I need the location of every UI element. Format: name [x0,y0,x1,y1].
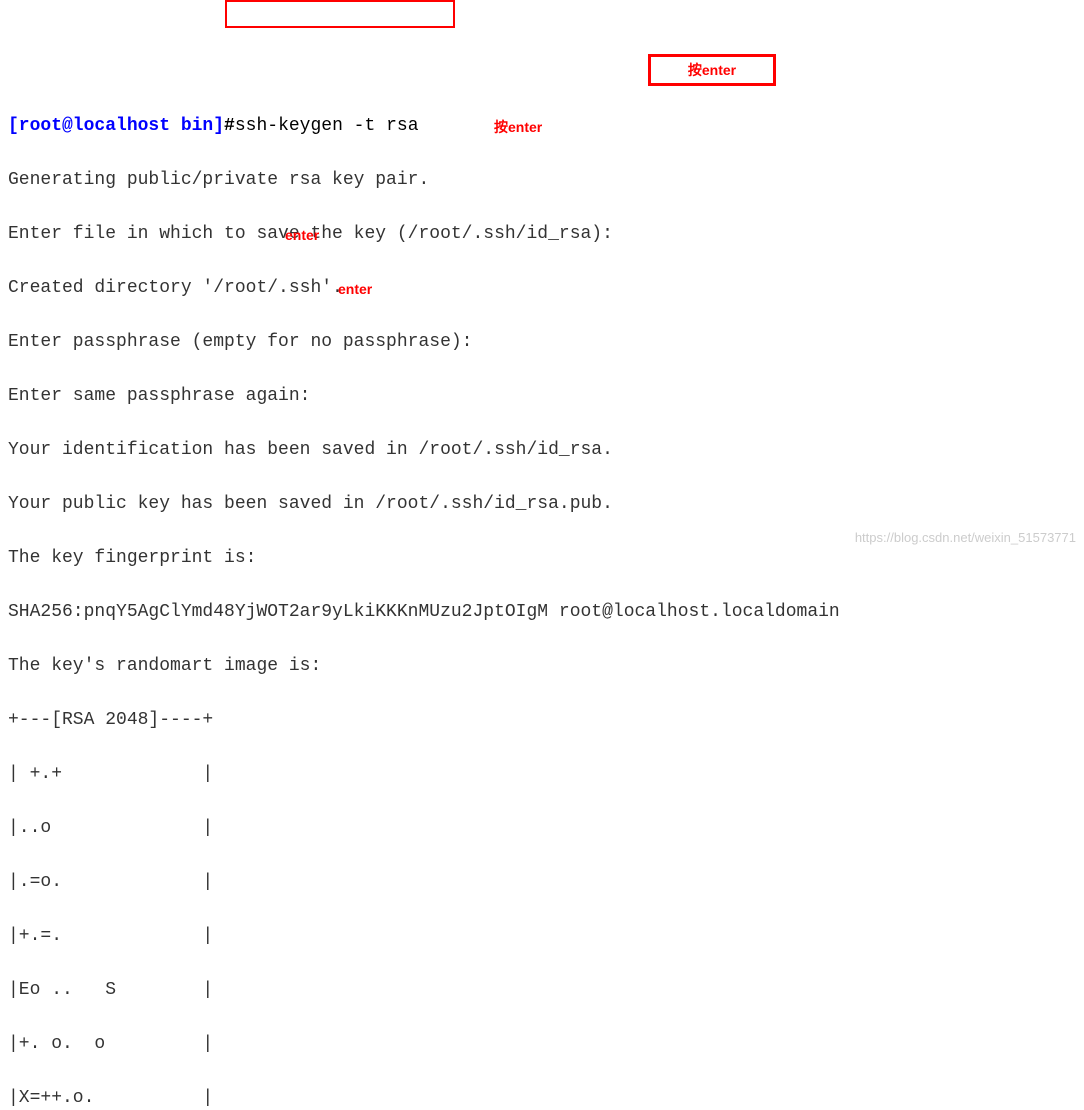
randomart-line-3: |..o | [8,815,1076,842]
annotation-enter-2: 按enter [494,114,542,141]
randomart-line-1: +---[RSA 2048]----+ [8,707,1076,734]
prompt-user-host: [root@localhost bin] [8,116,224,136]
randomart-line-5: |+.=. | [8,923,1076,950]
output-line-10: The key's randomart image is: [8,653,1076,680]
randomart-line-6: |Eo .. S | [8,977,1076,1004]
highlight-box-command [225,0,455,28]
output-line-9: SHA256:pnqY5AgClYmd48YjWOT2ar9yLkiKKKnMU… [8,599,1076,626]
randomart-line-8: |X=++.o. | [8,1085,1076,1110]
randomart-line-2: | +.+ | [8,761,1076,788]
randomart-line-7: |+. o. o | [8,1031,1076,1058]
output-line-2: Enter file in which to save the key (/ro… [8,221,1076,248]
randomart-line-4: |.=o. | [8,869,1076,896]
output-line-3: Created directory '/root/.ssh'. [8,275,1076,302]
output-line-6: Your identification has been saved in /r… [8,437,1076,464]
highlight-box-enter-1: 按enter [648,54,776,86]
output-line-5: Enter same passphrase again: [8,383,1076,410]
output-line-4: Enter passphrase (empty for no passphras… [8,329,1076,356]
annotation-enter-1: 按enter [688,57,736,84]
output-line-1: Generating public/private rsa key pair. [8,167,1076,194]
command-text: ssh-keygen -t rsa [235,116,419,136]
prompt-hash: # [224,116,235,136]
watermark: https://blog.csdn.net/weixin_51573771 [855,524,1076,551]
annotation-enter-3: enter [285,222,319,249]
annotation-enter-4: enter [338,276,372,303]
output-line-7: Your public key has been saved in /root/… [8,491,1076,518]
